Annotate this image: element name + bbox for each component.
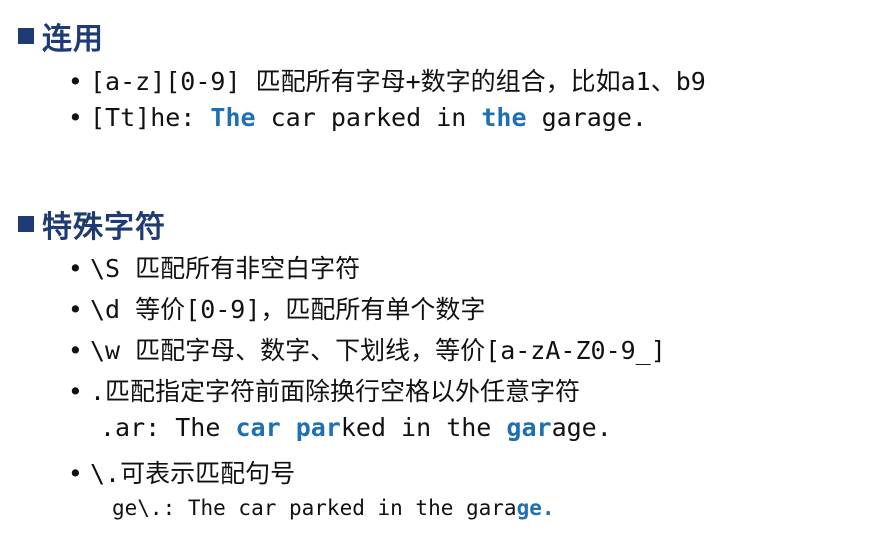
item-text: .匹配指定字符前面除换行空格以外任意字符 [90,377,581,406]
list-item: • \.可表示匹配句号 [68,454,295,490]
match-highlight: ge. [516,496,555,520]
item-text: \S 匹配所有非空白字符 [90,254,361,283]
match-highlight: par [295,413,341,442]
item-text: \.可表示匹配句号 [90,459,296,488]
example-escape: ge\.: The car parked in the garage. [112,496,555,520]
bullet-square-icon [18,28,34,44]
bullet-dot-icon: • [68,377,83,406]
list-item: • \w 匹配字母、数字、下划线，等价[a-zA-Z0-9_] [68,331,666,367]
bullet-square-icon [18,216,34,232]
item-text: garage. [526,103,647,132]
section-title-1: 连用 [18,14,104,58]
list-item: • \d 等价[0-9]，匹配所有单个数字 [68,290,485,326]
example-text: age. [551,413,612,442]
example-text [281,413,296,442]
item-prefix: [Tt]he: [90,103,211,132]
match-highlight: The [210,103,256,132]
section-title-text: 特殊字符 [42,210,166,245]
example-dot: .ar: The car parked in the garage. [100,413,612,442]
item-text: car parked in [255,103,482,132]
bullet-dot-icon: • [68,103,83,132]
example-text: ked in the [340,413,507,442]
list-item: • \S 匹配所有非空白字符 [68,249,360,285]
section-title-text: 连用 [42,22,104,57]
bullet-dot-icon: • [68,336,83,365]
list-item: • [Tt]he: The car parked in the garage. [68,103,647,132]
list-item: • .匹配指定字符前面除换行空格以外任意字符 [68,372,580,408]
bullet-dot-icon: • [68,254,83,283]
bullet-dot-icon: • [68,295,83,324]
bullet-dot-icon: • [68,459,83,488]
section-title-2: 特殊字符 [18,202,166,246]
item-text: \w 匹配字母、数字、下划线，等价[a-zA-Z0-9_] [90,336,666,365]
match-highlight: car [235,413,281,442]
list-item: • [a-z][0-9] 匹配所有字母+数字的组合，比如a1、b9 [68,62,706,98]
example-text: ge\.: The car parked in the gara [112,496,517,520]
item-text: [a-z][0-9] 匹配所有字母+数字的组合，比如a1、b9 [90,67,706,96]
item-text: \d 等价[0-9]，匹配所有单个数字 [90,295,486,324]
example-text: .ar: The [100,413,236,442]
match-highlight: the [481,103,527,132]
match-highlight: gar [506,413,552,442]
bullet-dot-icon: • [68,67,83,96]
